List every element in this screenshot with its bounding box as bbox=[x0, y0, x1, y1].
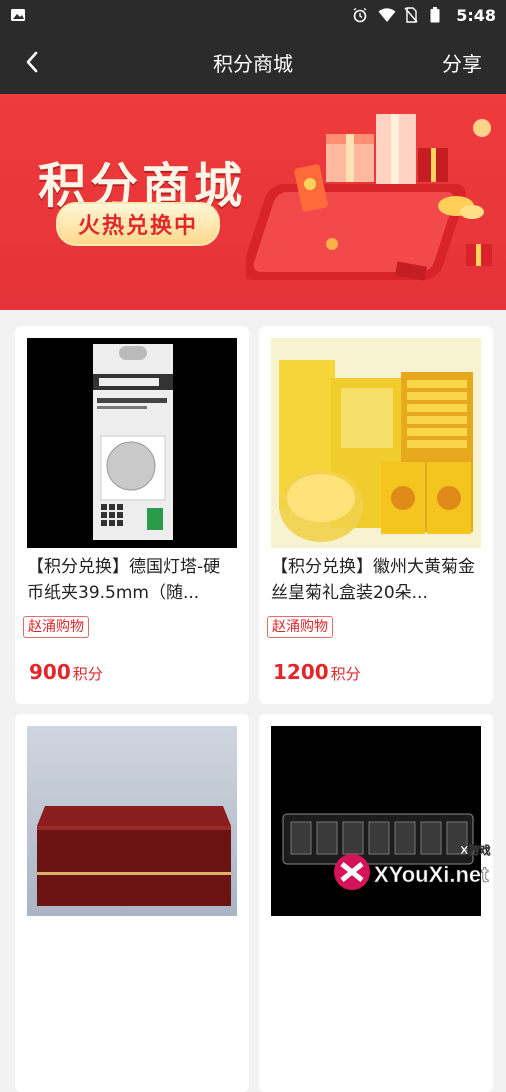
price-unit: 积分 bbox=[72, 665, 103, 683]
shop-badge: 赵涌购物 bbox=[23, 616, 89, 638]
page-title: 积分商城 bbox=[213, 52, 293, 76]
wifi-icon bbox=[378, 7, 396, 23]
product-grid: 【积分兑换】德国灯塔-硬币纸夹39.5mm（随... 赵涌购物 900 积分 【… bbox=[15, 326, 493, 1092]
battery-icon bbox=[430, 7, 446, 23]
watermark-brand: XYouXi.net bbox=[374, 862, 489, 887]
price-unit: 积分 bbox=[330, 665, 361, 683]
share-button[interactable]: 分享 bbox=[442, 48, 482, 77]
product-card[interactable] bbox=[259, 714, 493, 1092]
product-card[interactable]: 【积分兑换】徽州大黄菊金丝皇菊礼盒装20朵... 赵涌购物 1200 积分 bbox=[259, 326, 493, 704]
product-image bbox=[27, 726, 237, 916]
product-name: 【积分兑换】徽州大黄菊金丝皇菊礼盒装20朵... bbox=[271, 557, 475, 603]
product-name: 【积分兑换】德国灯塔-硬币纸夹39.5mm（随... bbox=[27, 557, 221, 603]
banner-illustration bbox=[246, 114, 492, 281]
product-card[interactable]: 【积分兑换】德国灯塔-硬币纸夹39.5mm（随... 赵涌购物 900 积分 bbox=[15, 326, 249, 704]
product-card[interactable] bbox=[15, 714, 249, 1092]
shop-badge: 赵涌购物 bbox=[267, 616, 333, 638]
product-image bbox=[271, 338, 481, 548]
price-points: 1200 bbox=[273, 660, 329, 684]
image-icon bbox=[10, 7, 26, 23]
alarm-icon bbox=[352, 7, 368, 23]
product-price: 900 积分 bbox=[29, 660, 103, 684]
product-image bbox=[27, 338, 237, 548]
banner-subtitle: 火热兑换中 bbox=[56, 202, 220, 246]
price-points: 900 bbox=[29, 660, 71, 684]
promo-banner[interactable]: 积分商城 火热兑换中 bbox=[0, 94, 506, 310]
site-watermark: XYouXi.net X游戏 bbox=[330, 838, 506, 900]
product-price: 1200 积分 bbox=[273, 660, 361, 684]
app-bar: 积分商城 分享 bbox=[0, 30, 506, 94]
status-time: 5:48 bbox=[456, 5, 496, 25]
status-bar: 5:48 bbox=[0, 0, 506, 30]
no-sim-icon bbox=[404, 7, 420, 23]
watermark-tag: X游戏 bbox=[460, 843, 490, 857]
